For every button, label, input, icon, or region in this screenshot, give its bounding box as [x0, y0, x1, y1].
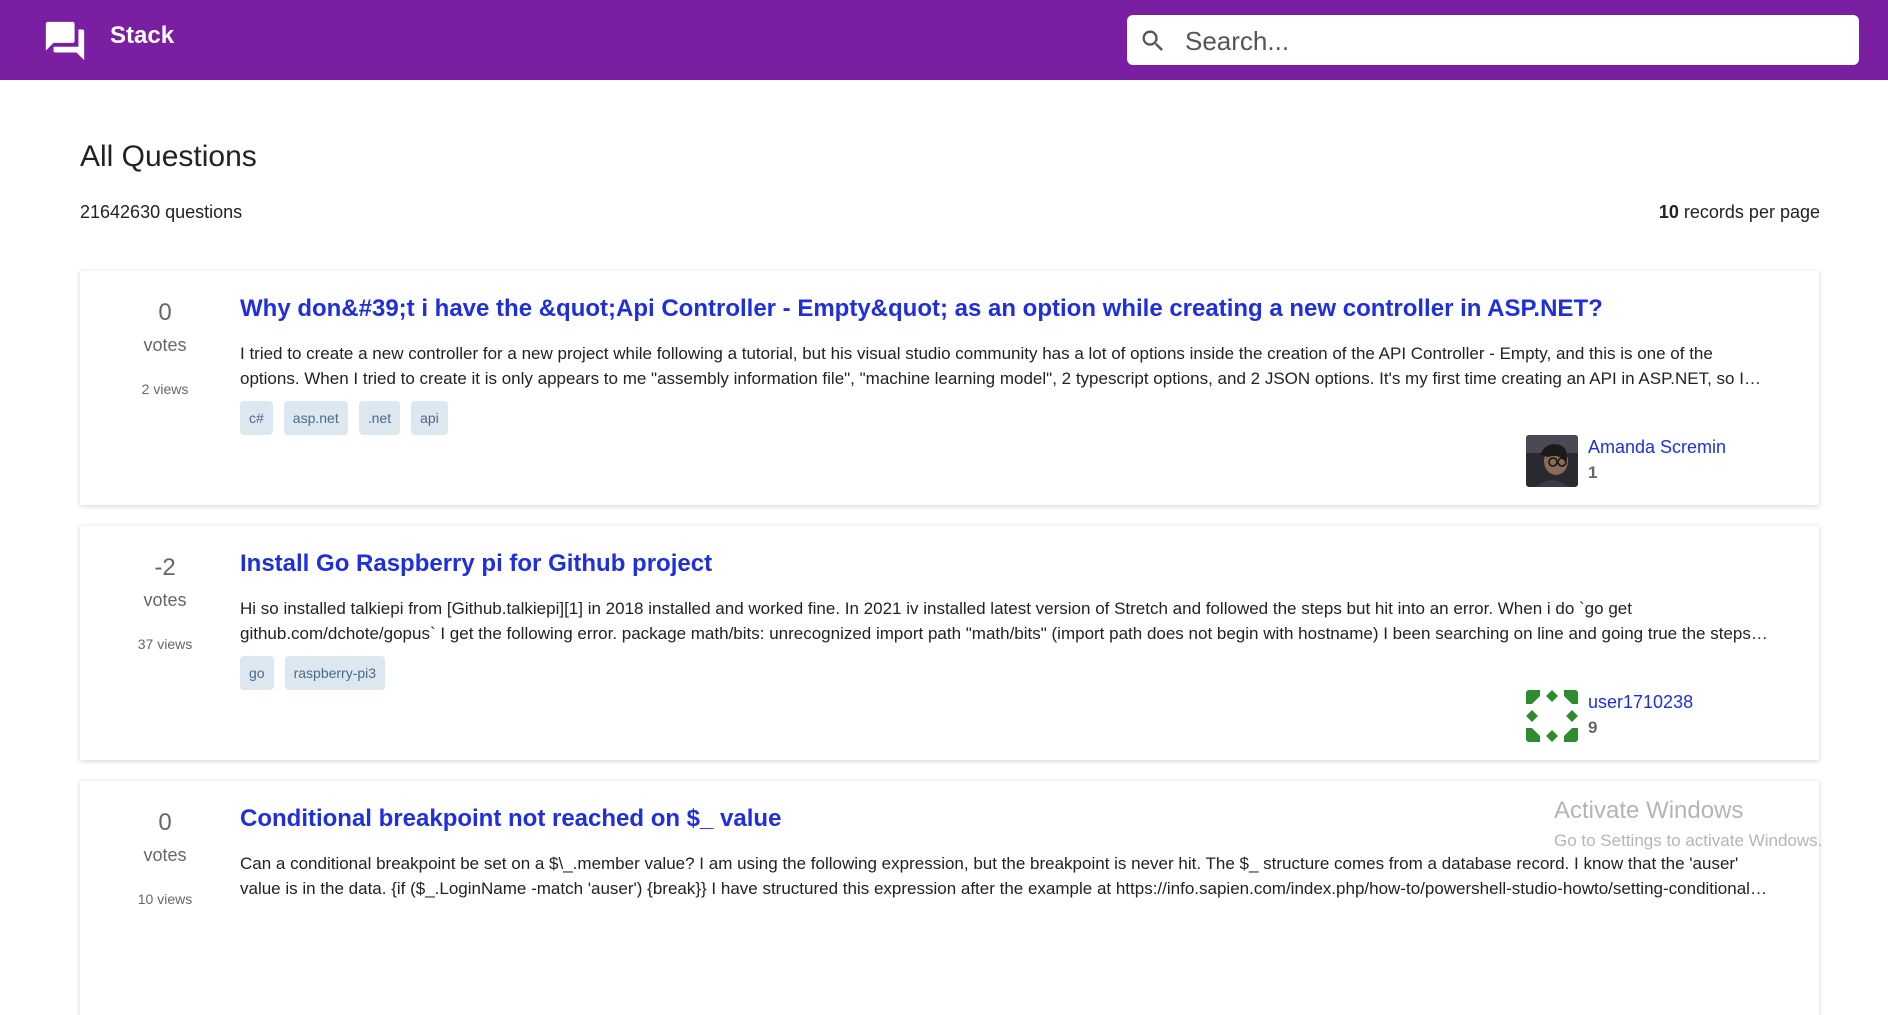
top-app-bar: Stack — [0, 0, 1888, 80]
tag[interactable]: go — [240, 656, 274, 690]
search-box[interactable] — [1127, 15, 1859, 65]
per-page-label: records per page — [1678, 202, 1820, 222]
forum-icon — [45, 21, 85, 61]
tag[interactable]: c# — [240, 401, 273, 435]
per-page-value: 10 — [1658, 202, 1679, 222]
view-count: 10 views — [137, 891, 193, 907]
records-per-page: 10 records per page — [1659, 202, 1820, 223]
user-reputation: 1 — [1588, 463, 1598, 482]
vote-count: 0 — [158, 809, 172, 836]
search-icon — [1142, 30, 1163, 51]
user-name-link[interactable]: Amanda Scremin — [1588, 437, 1726, 458]
user-photo-icon — [1526, 435, 1578, 487]
votes-label: votes — [143, 590, 187, 610]
search-input[interactable] — [1183, 21, 1847, 61]
avatar[interactable] — [1526, 435, 1578, 487]
question-excerpt: I tried to create a new controller for a… — [240, 344, 1744, 388]
watermark-line1: Activate Windows — [1554, 797, 1744, 824]
votes-label: votes — [143, 335, 187, 355]
avatar[interactable] — [1526, 690, 1578, 742]
user-name-link[interactable]: user1710238 — [1588, 692, 1693, 713]
tag[interactable]: api — [411, 401, 448, 435]
view-count: 37 views — [137, 636, 193, 652]
tag-list: c# asp.net .net api — [240, 401, 448, 435]
tag-list: go raspberry-pi3 — [240, 656, 386, 690]
page-title: All Questions — [80, 140, 257, 173]
logo[interactable] — [42, 18, 88, 64]
question-count: 21642630 questions — [80, 202, 243, 222]
tag[interactable]: asp.net — [283, 401, 348, 435]
question-title-link[interactable]: Conditional breakpoint not reached on $_… — [240, 805, 1780, 833]
question-excerpt: Can a conditional breakpoint be set on a… — [240, 854, 1756, 898]
brand-name[interactable]: Stack — [110, 22, 174, 50]
identicon-icon — [1526, 690, 1578, 742]
watermark-line2: Go to Settings to activate Windows. — [1554, 831, 1823, 850]
vote-count: 0 — [158, 299, 172, 326]
question-card: -2 votes 37 views Install Go Raspberry p… — [80, 526, 1819, 760]
question-title-link[interactable]: Install Go Raspberry pi for Github proje… — [240, 550, 1780, 578]
question-card: 0 votes 2 views Why don&#39;t i have the… — [80, 271, 1819, 505]
tag[interactable]: raspberry-pi3 — [284, 656, 386, 690]
vote-count: -2 — [154, 554, 176, 581]
question-title-link[interactable]: Why don&#39;t i have the &quot;Api Contr… — [240, 295, 1780, 323]
view-count: 2 views — [141, 381, 189, 397]
votes-label: votes — [143, 845, 187, 865]
activate-windows-watermark: Activate Windows Go to Settings to activ… — [1554, 797, 1822, 851]
question-excerpt: Hi so installed talkiepi from [Github.ta… — [240, 599, 1751, 643]
user-reputation: 9 — [1588, 718, 1598, 737]
tag[interactable]: .net — [358, 401, 401, 435]
